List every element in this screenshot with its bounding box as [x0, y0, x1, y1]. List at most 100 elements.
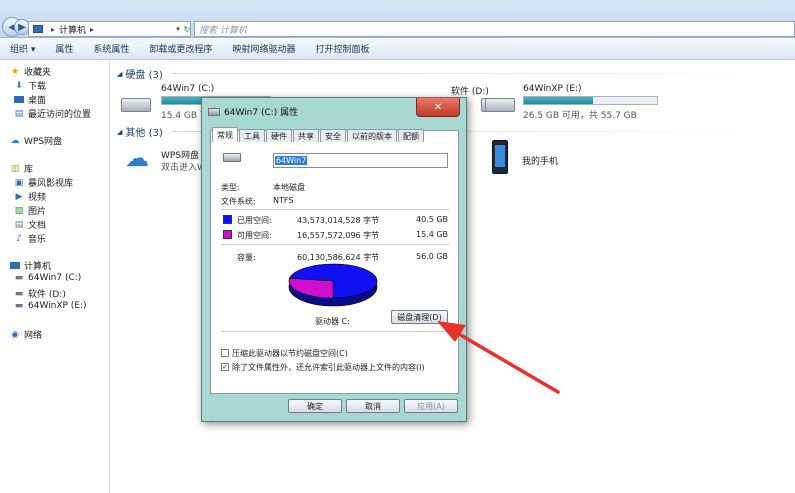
- button-label: 应用(A): [417, 401, 445, 411]
- dialog-title: 64Win7 (C:) 属性: [224, 108, 299, 118]
- sidebar-item-documents[interactable]: ▤ 文档: [14, 218, 46, 232]
- index-checkbox[interactable]: ✓: [221, 363, 229, 371]
- compress-label: 压缩此驱动器以节约磁盘空间(C): [232, 349, 348, 358]
- sidebar-item-label: 视频: [28, 193, 47, 203]
- drive-name: 64WinXP (E:): [523, 84, 582, 94]
- drive-letter-label: 驱动器 C:: [315, 317, 350, 326]
- sidebar-item-network[interactable]: ◉ 网络: [10, 328, 42, 342]
- download-icon: ⬇: [15, 80, 23, 91]
- cancel-button[interactable]: 取消: [346, 399, 400, 413]
- dialog-tab-panel: 64Win7 类型: 本地磁盘 文件系统: NTFS 已用空间: 43,573,…: [210, 130, 459, 394]
- apply-button[interactable]: 应用(A): [404, 399, 458, 413]
- divider: [221, 331, 449, 332]
- video-icon: ▶: [15, 191, 23, 202]
- sidebar-item-label: 桌面: [28, 96, 47, 106]
- sidebar-item-library[interactable]: ▥ 库: [10, 162, 33, 176]
- address-input[interactable]: ▸ 计算机 ▸: [28, 21, 191, 37]
- tab-tools[interactable]: 工具: [239, 129, 265, 142]
- desktop-icon: [14, 96, 24, 103]
- index-label: 除了文件属性外，还允许索引此驱动器上文件的内容(I): [232, 363, 425, 372]
- sidebar-item-label: 64WinXP (E:): [28, 301, 87, 311]
- uninstall-program-button[interactable]: 卸载或更改程序: [149, 42, 212, 55]
- collapse-icon: ◢: [117, 69, 123, 78]
- organize-menu[interactable]: 组织 ▾: [10, 42, 35, 55]
- tab-previous-versions[interactable]: 以前的版本: [347, 129, 397, 142]
- divider: [221, 244, 449, 245]
- free-space-swatch: [223, 230, 232, 239]
- group-title: 硬盘 (3): [125, 70, 163, 81]
- drive-icon: ▬: [14, 301, 24, 311]
- open-control-panel-button[interactable]: 打开控制面板: [315, 42, 369, 55]
- free-space-label: 可用空间:: [237, 231, 272, 240]
- item-description: 双击进入W: [161, 163, 206, 173]
- sidebar-item-drive-c[interactable]: ▬ 64Win7 (C:): [14, 273, 82, 283]
- dialog-tabs: 常规 工具 硬件 共享 安全 以前的版本 配额: [212, 127, 425, 143]
- disk-cleanup-button[interactable]: 磁盘清理(D): [391, 310, 448, 324]
- drive-usage-fill: [524, 97, 594, 104]
- drive-icon: ▬: [14, 288, 24, 299]
- compress-checkbox[interactable]: [221, 349, 229, 357]
- sidebar-item-drive-d[interactable]: ▬ 软件 (D:): [14, 287, 66, 301]
- sidebar-item-label: WPS网盘: [24, 137, 63, 147]
- button-label: 取消: [365, 401, 381, 411]
- sidebar-item-label: 下载: [28, 82, 47, 92]
- sidebar-item-label: 暴风影视库: [28, 179, 74, 189]
- sidebar-item-computer[interactable]: 计算机: [10, 259, 51, 272]
- divider: [221, 209, 449, 210]
- dialog-title-bar[interactable]: 64Win7 (C:) 属性: [208, 105, 298, 118]
- video-library-icon: ▣: [14, 177, 24, 188]
- sidebar-item-videos[interactable]: ▶ 视频: [14, 190, 47, 204]
- button-label: 磁盘清理(D): [397, 312, 442, 322]
- tab-security[interactable]: 安全: [320, 129, 346, 142]
- sidebar-item-label: 64Win7 (C:): [28, 273, 82, 283]
- sidebar-item-downloads[interactable]: ⬇ 下载: [14, 79, 47, 93]
- tab-general[interactable]: 常规: [212, 127, 238, 142]
- map-network-drive-button[interactable]: 映射网络驱动器: [232, 42, 295, 55]
- tab-hardware[interactable]: 硬件: [266, 129, 292, 142]
- close-icon: ✕: [433, 101, 443, 113]
- sidebar-item-drive-e[interactable]: ▬ 64WinXP (E:): [14, 301, 87, 311]
- sidebar-item-pictures[interactable]: ▨ 图片: [14, 204, 47, 218]
- tab-quota[interactable]: 配额: [398, 129, 424, 142]
- chevron-right-icon: ▸: [90, 24, 95, 34]
- filesystem-value: NTFS: [273, 196, 294, 205]
- group-header-other[interactable]: ◢ 其他 (3): [117, 124, 163, 140]
- sidebar-item-label: 图片: [28, 207, 47, 217]
- cloud-icon: ☁: [10, 135, 20, 146]
- sidebar-item-wps[interactable]: ☁ WPS网盘: [10, 134, 63, 148]
- search-placeholder: 搜索 计算机: [199, 25, 247, 36]
- recent-places-icon: ▤: [14, 108, 24, 119]
- capacity-label: 容量:: [237, 253, 256, 262]
- group-divider: [171, 73, 771, 74]
- music-icon: ♪: [16, 233, 22, 244]
- drive-name: 64Win7 (C:): [161, 84, 215, 94]
- used-space-swatch: [223, 215, 232, 224]
- navigation-pane: ★ 收藏夹 ⬇ 下载 桌面 ▤ 最近访问的位置 ☁ WPS网盘 ▥ 库 ▣ 暴风…: [0, 60, 110, 493]
- ok-button[interactable]: 确定: [288, 399, 342, 413]
- search-input[interactable]: 搜索 计算机: [194, 21, 795, 37]
- close-button[interactable]: ✕: [416, 98, 460, 117]
- drive-name-input[interactable]: 64Win7: [273, 153, 448, 168]
- group-header-disks[interactable]: ◢ 硬盘 (3): [117, 66, 163, 82]
- network-icon: ◉: [11, 329, 19, 340]
- tab-sharing[interactable]: 共享: [293, 129, 319, 142]
- sidebar-item-label: 计算机: [24, 262, 52, 272]
- sidebar-item-music[interactable]: ♪ 音乐: [14, 232, 47, 246]
- sidebar-item-recent[interactable]: ▤ 最近访问的位置: [14, 107, 91, 121]
- chevron-right-icon: ▸: [51, 24, 56, 34]
- disk-usage-pie-chart: [288, 263, 378, 307]
- computer-icon: [33, 25, 43, 33]
- sidebar-item-label: 音乐: [28, 235, 47, 245]
- picture-icon: ▨: [14, 205, 24, 216]
- drive-icon: [208, 107, 220, 116]
- system-properties-button[interactable]: 系统属性: [93, 42, 129, 55]
- sidebar-item-baofeng[interactable]: ▣ 暴风影视库: [14, 176, 74, 190]
- phone-icon: [492, 140, 508, 174]
- star-icon: ★: [10, 66, 20, 77]
- cloud-icon: ☁: [125, 144, 149, 172]
- sidebar-item-desktop[interactable]: 桌面: [14, 93, 46, 106]
- refresh-button[interactable]: ↻: [181, 21, 193, 37]
- sidebar-item-favorites[interactable]: ★ 收藏夹: [10, 65, 51, 79]
- properties-button[interactable]: 属性: [55, 42, 73, 55]
- item-name: 我的手机: [522, 157, 559, 167]
